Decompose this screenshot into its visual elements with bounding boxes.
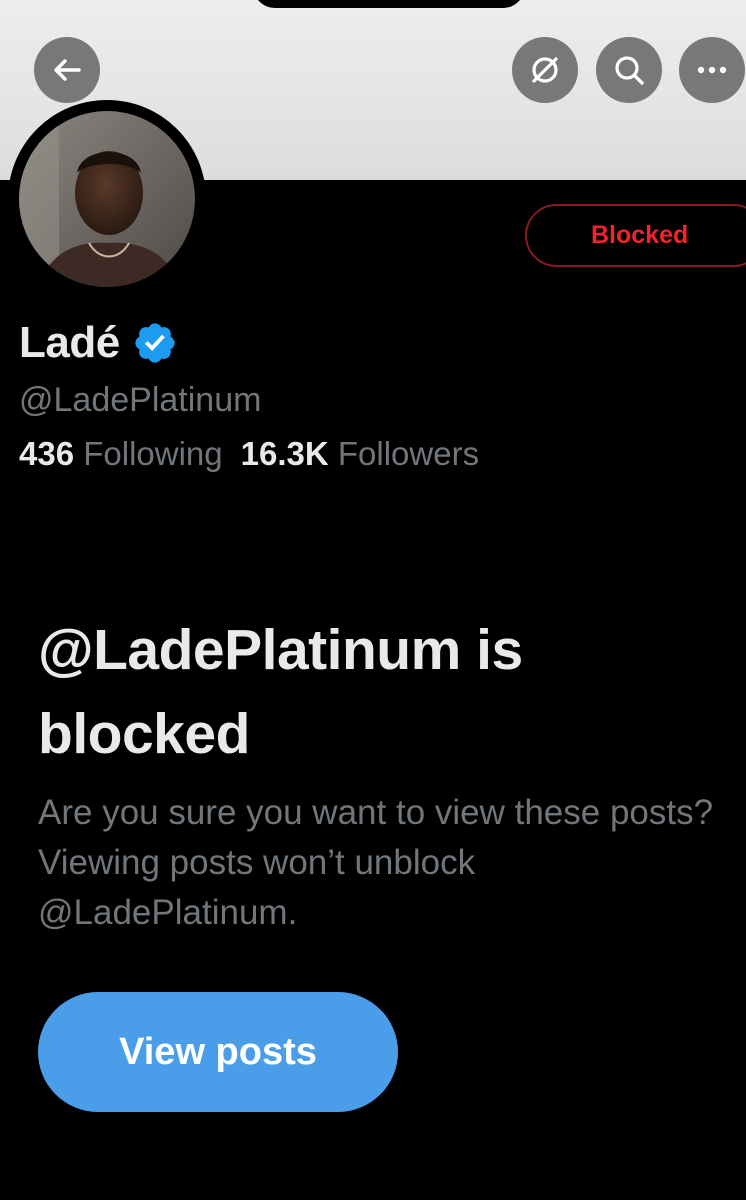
display-name: Ladé — [19, 318, 120, 367]
followers-label: Followers — [337, 435, 480, 472]
more-dots-icon — [697, 66, 727, 74]
followers-count: 16.3K — [240, 435, 329, 472]
blocked-notice-title: @LadePlatinum is blocked — [38, 618, 523, 766]
blocked-button[interactable]: Blocked — [525, 204, 746, 267]
avatar[interactable] — [19, 111, 195, 287]
profile-handle: @LadePlatinum — [19, 381, 262, 419]
verified-badge-icon[interactable] — [132, 320, 178, 366]
following-count: 436 — [19, 435, 75, 472]
view-posts-button[interactable]: View posts — [38, 992, 398, 1112]
more-button[interactable] — [679, 37, 745, 103]
following-label: Following — [83, 435, 223, 472]
device-notch — [253, 0, 525, 8]
profile-stats: 436 Following 16.3K Followers — [19, 435, 479, 473]
translate-circle-icon — [532, 57, 558, 83]
profile-name-row: Ladé — [19, 318, 178, 368]
search-icon — [615, 56, 644, 85]
arrow-left-icon — [54, 59, 81, 81]
back-button[interactable] — [34, 37, 100, 103]
following-stat[interactable]: 436 Following — [19, 435, 223, 472]
translate-button[interactable] — [512, 37, 578, 103]
blocked-notice-description: Are you sure you want to view these post… — [38, 793, 714, 932]
followers-stat[interactable]: 16.3K Followers — [241, 435, 479, 472]
avatar-photo — [19, 111, 195, 287]
search-button[interactable] — [596, 37, 662, 103]
